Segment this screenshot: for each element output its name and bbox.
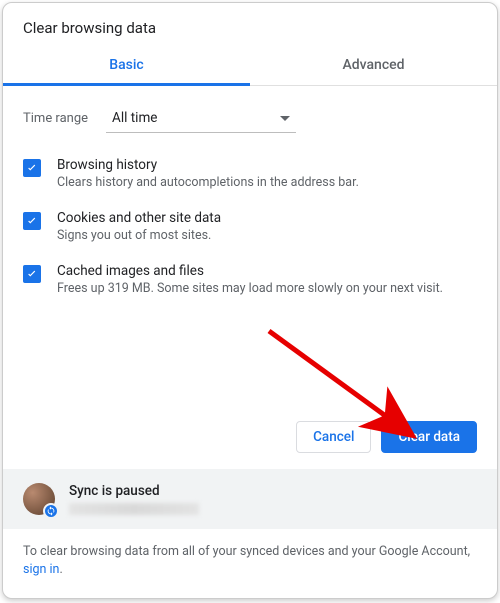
- tab-basic[interactable]: Basic: [3, 47, 250, 85]
- clear-browsing-data-dialog: Clear browsing data Basic Advanced Time …: [2, 2, 498, 599]
- checkbox-cache[interactable]: [23, 265, 41, 283]
- footer-text: To clear browsing data from all of your …: [3, 529, 497, 599]
- cancel-button[interactable]: Cancel: [296, 421, 371, 453]
- checkbox-browsing-history[interactable]: [23, 159, 41, 177]
- sign-in-link[interactable]: sign in: [23, 562, 59, 577]
- option-title: Cookies and other site data: [57, 210, 221, 226]
- time-range-label: Time range: [23, 111, 88, 126]
- avatar: [23, 483, 55, 515]
- sync-paused-icon: [43, 503, 59, 519]
- option-desc: Frees up 319 MB. Some sites may load mor…: [57, 281, 443, 296]
- footer-suffix: .: [59, 562, 62, 577]
- option-title: Cached images and files: [57, 263, 443, 279]
- dialog-title: Clear browsing data: [3, 3, 497, 47]
- time-range-row: Time range All time: [3, 86, 497, 141]
- option-desc: Signs you out of most sites.: [57, 228, 221, 243]
- chevron-down-icon: [280, 110, 290, 126]
- option-cache: Cached images and files Frees up 319 MB.…: [23, 253, 477, 306]
- checkbox-cookies[interactable]: [23, 212, 41, 230]
- options-list: Browsing history Clears history and auto…: [3, 141, 497, 306]
- time-range-select[interactable]: All time: [106, 104, 296, 133]
- clear-data-button[interactable]: Clear data: [381, 421, 477, 453]
- footer-message: To clear browsing data from all of your …: [23, 544, 470, 559]
- sync-text: Sync is paused: [69, 483, 199, 515]
- option-cookies: Cookies and other site data Signs you ou…: [23, 200, 477, 253]
- option-browsing-history: Browsing history Clears history and auto…: [23, 147, 477, 200]
- option-title: Browsing history: [57, 157, 359, 173]
- option-desc: Clears history and autocompletions in th…: [57, 175, 359, 190]
- time-range-value: All time: [112, 110, 157, 126]
- button-row: Cancel Clear data: [3, 421, 497, 469]
- sync-title: Sync is paused: [69, 483, 199, 499]
- sync-email-blurred: [69, 503, 199, 515]
- tabs-row: Basic Advanced: [3, 47, 497, 86]
- tab-advanced[interactable]: Advanced: [250, 47, 497, 85]
- sync-panel: Sync is paused: [3, 469, 497, 529]
